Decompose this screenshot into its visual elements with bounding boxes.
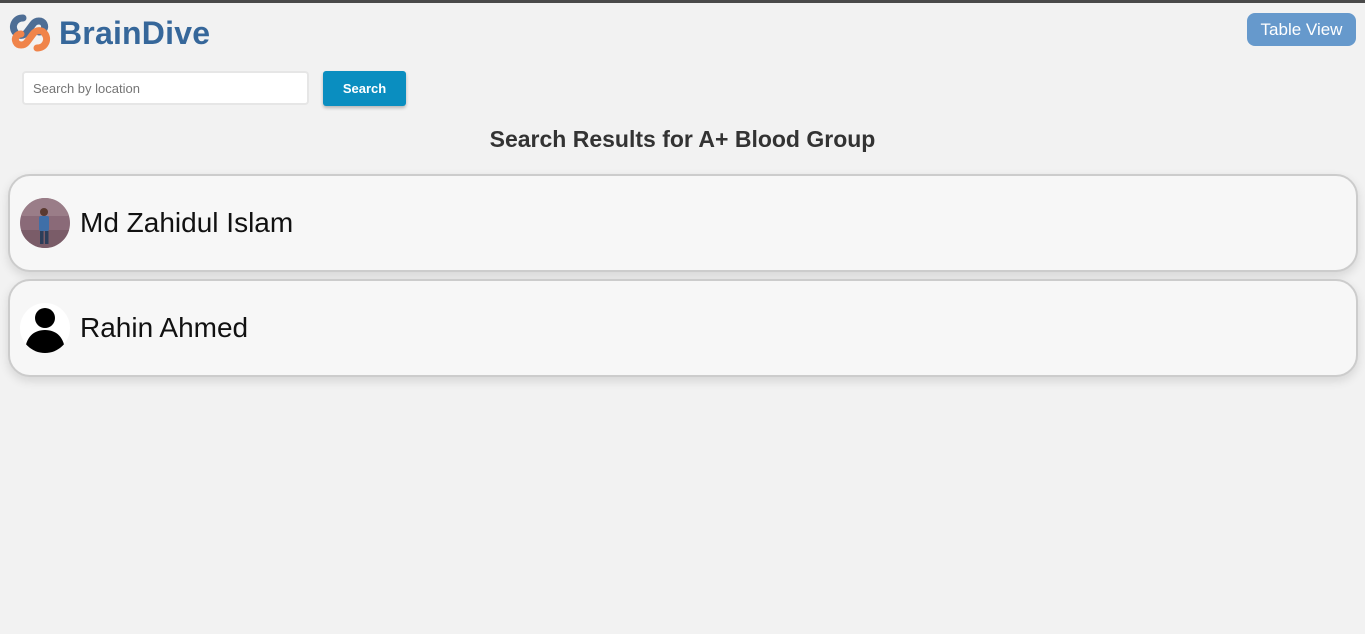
photo-avatar-icon <box>20 198 70 248</box>
donor-name: Rahin Ahmed <box>80 312 249 343</box>
table-view-button[interactable]: Table View <box>1247 13 1356 46</box>
avatar <box>20 303 70 353</box>
search-location-input[interactable] <box>22 71 309 105</box>
brand[interactable]: BrainDive <box>9 12 210 54</box>
brand-name: BrainDive <box>59 14 211 51</box>
donor-card[interactable]: Rahin Ahmed <box>8 279 1358 377</box>
donor-card[interactable]: Md Zahidul Islam <box>8 174 1358 272</box>
header: BrainDive Table View <box>0 3 1365 61</box>
donor-name: Md Zahidul Islam <box>80 207 294 238</box>
avatar <box>20 198 70 248</box>
braindive-logo-icon <box>9 14 51 52</box>
default-user-icon <box>20 303 70 353</box>
search-button[interactable]: Search <box>323 71 406 106</box>
results-title: Search Results for A+ Blood Group <box>489 126 876 152</box>
